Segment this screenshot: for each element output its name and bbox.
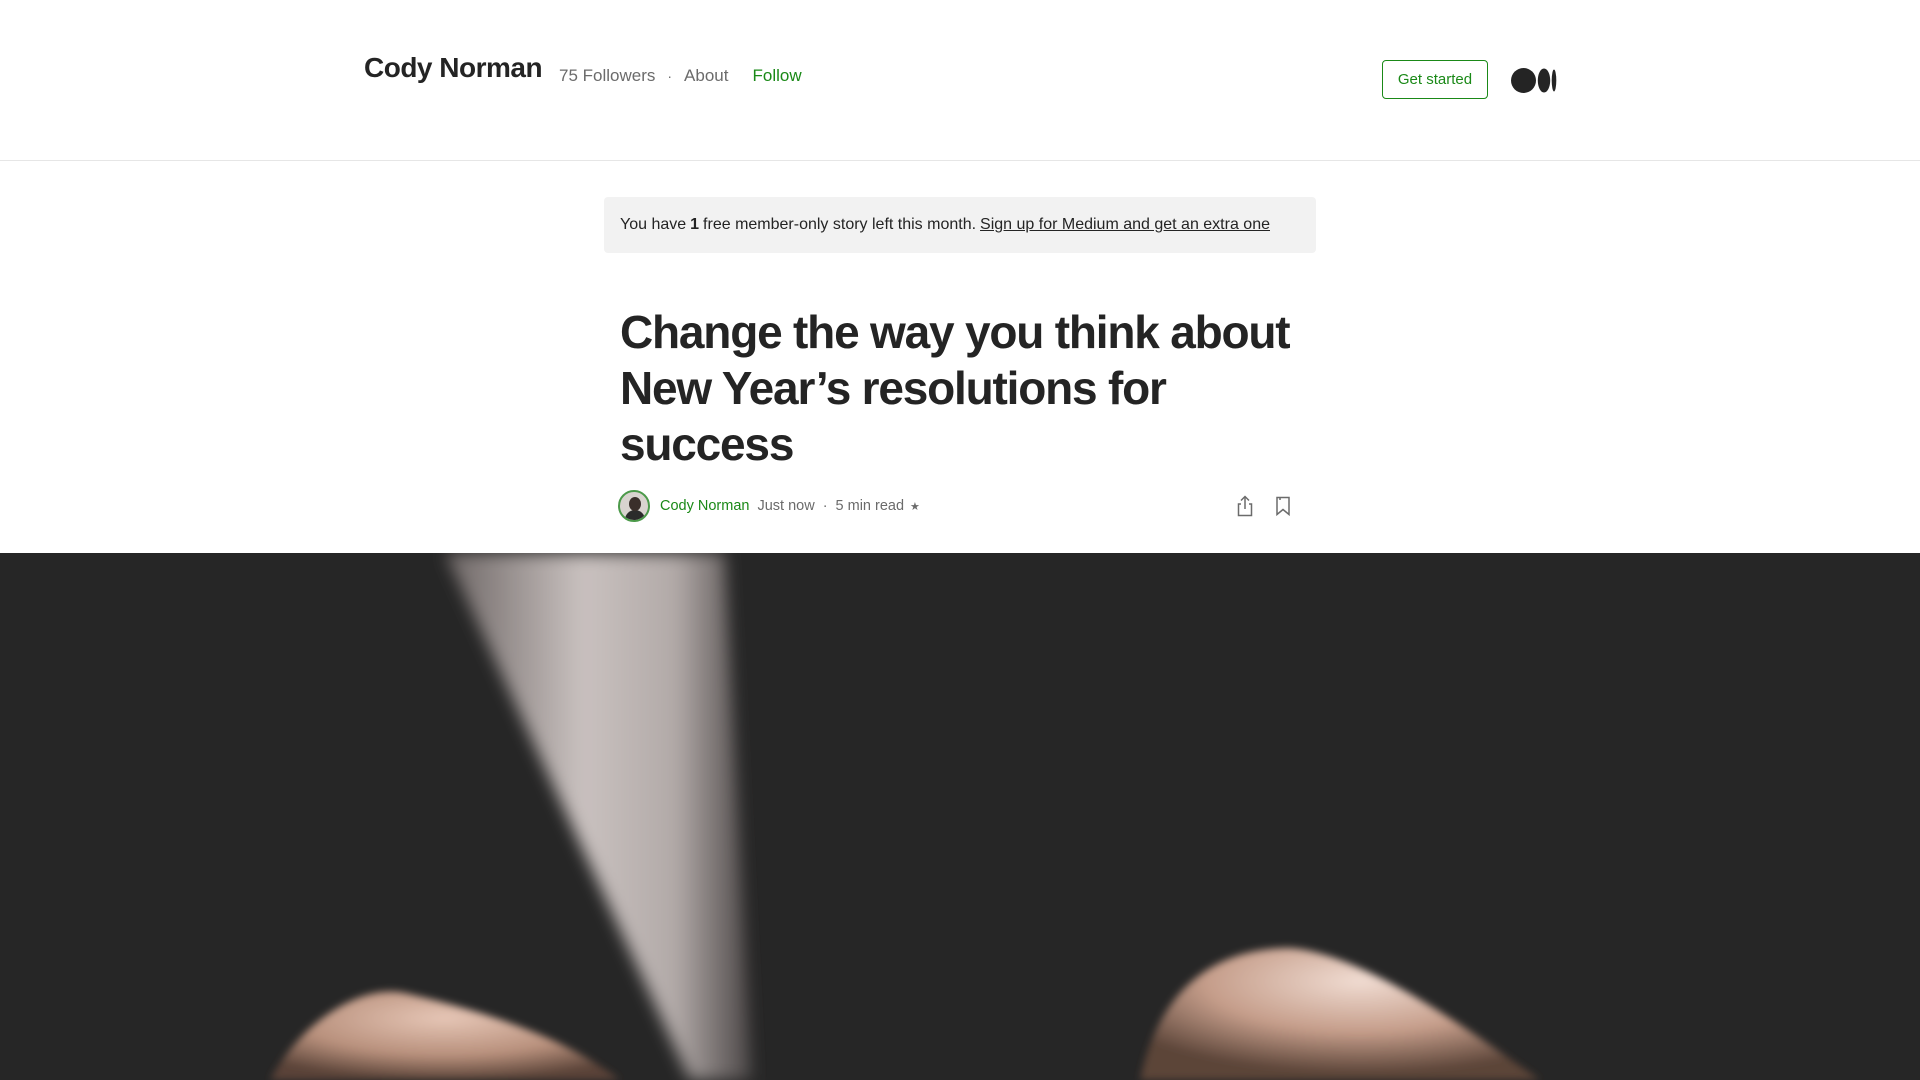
- member-star-icon: ★: [910, 500, 920, 513]
- site-title[interactable]: Cody Norman: [364, 52, 543, 84]
- site-header: Cody Norman 75 Followers · About Follow …: [0, 0, 1920, 161]
- hero-photo-pencil-hands: [270, 553, 1540, 1080]
- article-actions: [1234, 494, 1294, 518]
- followers-count[interactable]: 75 Followers: [559, 66, 655, 86]
- meta-separator: ·: [667, 68, 673, 84]
- byline-separator: ·: [822, 498, 828, 514]
- about-link[interactable]: About: [684, 66, 728, 86]
- publish-time: Just now: [757, 498, 815, 514]
- hero-image: [0, 553, 1920, 1080]
- follow-button[interactable]: Follow: [752, 66, 801, 86]
- signup-link[interactable]: Sign up for Medium and get an extra one: [980, 216, 1270, 234]
- get-started-button[interactable]: Get started: [1382, 60, 1488, 99]
- member-story-banner: You have 1 free member-only story left t…: [604, 197, 1316, 253]
- avatar[interactable]: [618, 490, 650, 522]
- header-meta: 75 Followers · About Follow: [559, 66, 802, 86]
- banner-prefix: You have: [620, 216, 687, 233]
- article-byline: Cody Norman Just now · 5 min read ★: [618, 490, 1294, 522]
- banner-count: 1: [690, 216, 700, 233]
- read-time: 5 min read: [835, 498, 905, 514]
- bookmark-icon[interactable]: [1272, 494, 1294, 518]
- banner-suffix: free member-only story left this month.: [703, 216, 977, 233]
- article-title: Change the way you think about New Year’…: [620, 306, 1291, 470]
- author-name[interactable]: Cody Norman: [660, 498, 749, 514]
- medium-logo-icon[interactable]: [1511, 68, 1557, 93]
- share-icon[interactable]: [1234, 494, 1256, 518]
